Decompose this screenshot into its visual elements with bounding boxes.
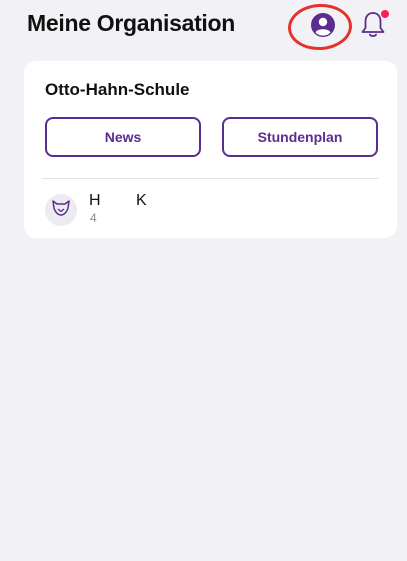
school-name: Otto-Hahn-Schule bbox=[45, 80, 190, 99]
member-list-item[interactable]: H K 4 bbox=[45, 192, 375, 228]
notifications-button[interactable] bbox=[358, 8, 392, 44]
news-button[interactable]: News bbox=[45, 117, 201, 157]
organization-card: Otto-Hahn-Schule News Stundenplan H K 4 bbox=[24, 61, 397, 238]
timetable-button[interactable]: Stundenplan bbox=[222, 117, 378, 157]
divider bbox=[42, 178, 379, 179]
bell-icon bbox=[358, 12, 388, 46]
profile-button[interactable] bbox=[306, 12, 340, 43]
member-last-name: K bbox=[136, 192, 147, 209]
page-title: Meine Organisation bbox=[27, 10, 236, 36]
member-first-name: H bbox=[89, 192, 101, 209]
notification-dot bbox=[381, 10, 389, 18]
avatar bbox=[45, 194, 77, 226]
fox-icon bbox=[51, 199, 71, 222]
header: Meine Organisation bbox=[0, 0, 407, 56]
member-subtitle: 4 bbox=[90, 211, 97, 225]
user-circle-icon bbox=[310, 12, 336, 43]
